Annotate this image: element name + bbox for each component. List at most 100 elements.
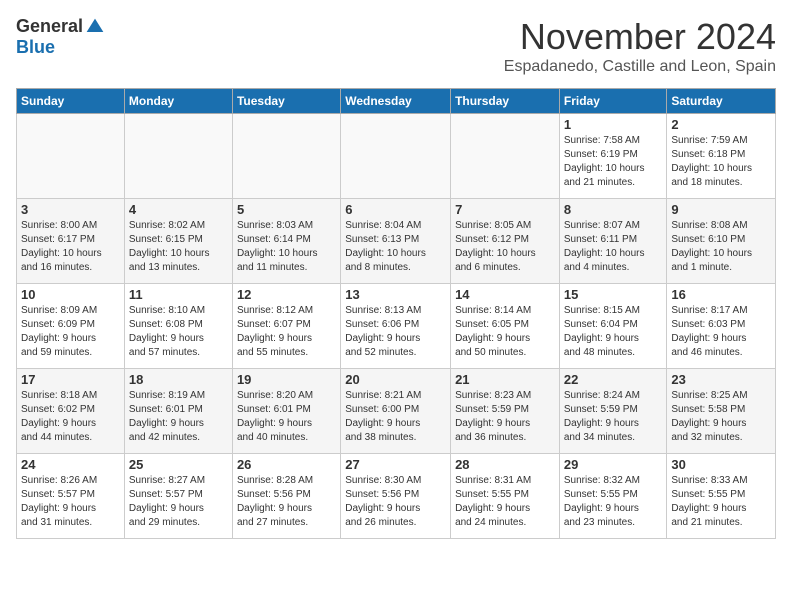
calendar-cell: 8Sunrise: 8:07 AM Sunset: 6:11 PM Daylig… (559, 199, 667, 284)
day-number: 9 (671, 202, 771, 217)
day-number: 2 (671, 117, 771, 132)
day-info: Sunrise: 8:32 AM Sunset: 5:55 PM Dayligh… (564, 474, 663, 530)
day-number: 26 (237, 457, 336, 472)
calendar-cell: 19 Sunrise: 8:20 AM Sunset: 6:01 PM Dayli… (232, 369, 340, 454)
day-info: Sunrise: 8:19 AM Sunset: 6:01 PM Dayligh… (129, 389, 228, 445)
logo-blue-text: Blue (16, 37, 55, 58)
day-info: Sunrise: 8:21 AM Sunset: 6:00 PM Dayligh… (345, 389, 446, 445)
day-info: Sunrise: 8:15 AM Sunset: 6:04 PM Dayligh… (564, 304, 663, 360)
day-number: 30 (671, 457, 771, 472)
calendar-week-row: 3Sunrise: 8:00 AM Sunset: 6:17 PM Daylig… (17, 199, 776, 284)
calendar-cell: 18 Sunrise: 8:19 AM Sunset: 6:01 PM Dayli… (124, 369, 232, 454)
weekday-header-monday: Monday (124, 89, 232, 114)
day-info: Sunrise: 8:08 AM Sunset: 6:10 PM Dayligh… (671, 219, 771, 275)
weekday-header-friday: Friday (559, 89, 667, 114)
day-number: 7 (455, 202, 555, 217)
day-info: Sunrise: 8:27 AM Sunset: 5:57 PM Dayligh… (129, 474, 228, 530)
day-info: Sunrise: 8:26 AM Sunset: 5:57 PM Dayligh… (21, 474, 120, 530)
day-info: Sunrise: 8:33 AM Sunset: 5:55 PM Dayligh… (671, 474, 771, 530)
day-info: Sunrise: 8:25 AM Sunset: 5:58 PM Dayligh… (671, 389, 771, 445)
day-info: Sunrise: 8:10 AM Sunset: 6:08 PM Dayligh… (129, 304, 228, 360)
location-title: Espadanedo, Castille and Leon, Spain (504, 58, 776, 76)
calendar-cell: 5 Sunrise: 8:03 AM Sunset: 6:14 PM Daylig… (232, 199, 340, 284)
weekday-header-wednesday: Wednesday (341, 89, 451, 114)
weekday-header-sunday: Sunday (17, 89, 125, 114)
weekday-header-row: SundayMondayTuesdayWednesdayThursdayFrid… (17, 89, 776, 114)
day-number: 29 (564, 457, 663, 472)
calendar-week-row: 17 Sunrise: 8:18 AM Sunset: 6:02 PM Dayli… (17, 369, 776, 454)
weekday-header-thursday: Thursday (451, 89, 560, 114)
day-info: Sunrise: 8:30 AM Sunset: 5:56 PM Dayligh… (345, 474, 446, 530)
day-number: 14 (455, 287, 555, 302)
logo: General Blue (16, 16, 105, 58)
day-number: 5 (237, 202, 336, 217)
calendar-cell: 23 Sunrise: 8:25 AM Sunset: 5:58 PM Dayli… (667, 369, 776, 454)
calendar-cell: 20 Sunrise: 8:21 AM Sunset: 6:00 PM Dayli… (341, 369, 451, 454)
calendar-cell (341, 114, 451, 199)
day-info: Sunrise: 7:58 AM Sunset: 6:19 PM Dayligh… (564, 134, 663, 190)
day-number: 28 (455, 457, 555, 472)
month-title: November 2024 (504, 16, 776, 58)
calendar-cell: 28 Sunrise: 8:31 AM Sunset: 5:55 PM Dayli… (451, 454, 560, 539)
day-number: 24 (21, 457, 120, 472)
day-number: 22 (564, 372, 663, 387)
logo-general-text: General (16, 16, 83, 37)
weekday-header-saturday: Saturday (667, 89, 776, 114)
day-info: Sunrise: 8:24 AM Sunset: 5:59 PM Dayligh… (564, 389, 663, 445)
logo-icon (85, 17, 105, 37)
day-info: Sunrise: 8:17 AM Sunset: 6:03 PM Dayligh… (671, 304, 771, 360)
calendar-cell: 12 Sunrise: 8:12 AM Sunset: 6:07 PM Dayli… (232, 284, 340, 369)
day-number: 12 (237, 287, 336, 302)
calendar-cell: 27 Sunrise: 8:30 AM Sunset: 5:56 PM Dayli… (341, 454, 451, 539)
day-info: Sunrise: 8:05 AM Sunset: 6:12 PM Dayligh… (455, 219, 555, 275)
calendar-cell: 16Sunrise: 8:17 AM Sunset: 6:03 PM Dayli… (667, 284, 776, 369)
calendar-cell: 3Sunrise: 8:00 AM Sunset: 6:17 PM Daylig… (17, 199, 125, 284)
day-number: 23 (671, 372, 771, 387)
day-info: Sunrise: 8:14 AM Sunset: 6:05 PM Dayligh… (455, 304, 555, 360)
day-number: 4 (129, 202, 228, 217)
weekday-header-tuesday: Tuesday (232, 89, 340, 114)
day-info: Sunrise: 8:04 AM Sunset: 6:13 PM Dayligh… (345, 219, 446, 275)
calendar-cell: 29 Sunrise: 8:32 AM Sunset: 5:55 PM Dayli… (559, 454, 667, 539)
day-info: Sunrise: 8:07 AM Sunset: 6:11 PM Dayligh… (564, 219, 663, 275)
calendar-cell: 13Sunrise: 8:13 AM Sunset: 6:06 PM Dayli… (341, 284, 451, 369)
day-number: 20 (345, 372, 446, 387)
day-info: Sunrise: 8:31 AM Sunset: 5:55 PM Dayligh… (455, 474, 555, 530)
calendar-cell: 14 Sunrise: 8:14 AM Sunset: 6:05 PM Dayli… (451, 284, 560, 369)
day-info: Sunrise: 8:23 AM Sunset: 5:59 PM Dayligh… (455, 389, 555, 445)
title-block: November 2024 Espadanedo, Castille and L… (504, 16, 776, 76)
calendar-cell (451, 114, 560, 199)
calendar-cell: 11 Sunrise: 8:10 AM Sunset: 6:08 PM Dayli… (124, 284, 232, 369)
calendar-cell: 26 Sunrise: 8:28 AM Sunset: 5:56 PM Dayli… (232, 454, 340, 539)
day-info: Sunrise: 8:09 AM Sunset: 6:09 PM Dayligh… (21, 304, 120, 360)
calendar-cell: 17 Sunrise: 8:18 AM Sunset: 6:02 PM Dayli… (17, 369, 125, 454)
day-number: 11 (129, 287, 228, 302)
day-number: 17 (21, 372, 120, 387)
day-info: Sunrise: 8:18 AM Sunset: 6:02 PM Dayligh… (21, 389, 120, 445)
calendar-cell: 1Sunrise: 7:58 AM Sunset: 6:19 PM Daylig… (559, 114, 667, 199)
day-number: 27 (345, 457, 446, 472)
day-number: 19 (237, 372, 336, 387)
day-info: Sunrise: 8:20 AM Sunset: 6:01 PM Dayligh… (237, 389, 336, 445)
day-info: Sunrise: 8:13 AM Sunset: 6:06 PM Dayligh… (345, 304, 446, 360)
page-header: General Blue November 2024 Espadanedo, C… (16, 16, 776, 76)
calendar-cell: 2 Sunrise: 7:59 AM Sunset: 6:18 PM Daylig… (667, 114, 776, 199)
calendar-cell (17, 114, 125, 199)
day-info: Sunrise: 7:59 AM Sunset: 6:18 PM Dayligh… (671, 134, 771, 190)
day-info: Sunrise: 8:03 AM Sunset: 6:14 PM Dayligh… (237, 219, 336, 275)
calendar-cell: 9 Sunrise: 8:08 AM Sunset: 6:10 PM Daylig… (667, 199, 776, 284)
calendar-cell: 6Sunrise: 8:04 AM Sunset: 6:13 PM Daylig… (341, 199, 451, 284)
day-number: 10 (21, 287, 120, 302)
day-number: 25 (129, 457, 228, 472)
day-info: Sunrise: 8:12 AM Sunset: 6:07 PM Dayligh… (237, 304, 336, 360)
calendar-cell: 7 Sunrise: 8:05 AM Sunset: 6:12 PM Daylig… (451, 199, 560, 284)
calendar-cell: 25 Sunrise: 8:27 AM Sunset: 5:57 PM Dayli… (124, 454, 232, 539)
calendar-cell: 4Sunrise: 8:02 AM Sunset: 6:15 PM Daylig… (124, 199, 232, 284)
day-info: Sunrise: 8:28 AM Sunset: 5:56 PM Dayligh… (237, 474, 336, 530)
calendar-cell: 22 Sunrise: 8:24 AM Sunset: 5:59 PM Dayli… (559, 369, 667, 454)
calendar-cell (124, 114, 232, 199)
calendar-cell: 30 Sunrise: 8:33 AM Sunset: 5:55 PM Dayli… (667, 454, 776, 539)
day-number: 18 (129, 372, 228, 387)
calendar-cell (232, 114, 340, 199)
day-number: 21 (455, 372, 555, 387)
